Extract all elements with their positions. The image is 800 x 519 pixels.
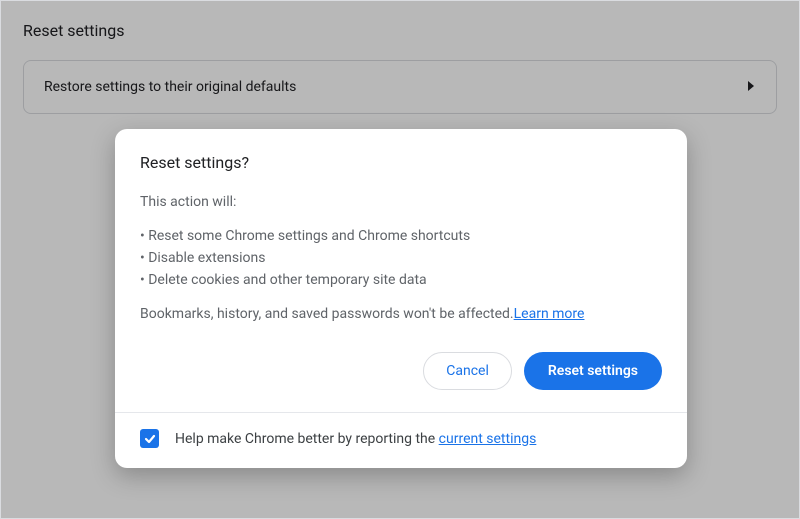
- note-text: Bookmarks, history, and saved passwords …: [140, 306, 514, 322]
- check-icon: [143, 432, 157, 446]
- reset-settings-button[interactable]: Reset settings: [524, 352, 662, 390]
- dialog-intro: This action will:: [140, 194, 662, 210]
- dialog-note: Bookmarks, history, and saved passwords …: [140, 306, 662, 322]
- bullet-item: • Delete cookies and other temporary sit…: [140, 272, 662, 288]
- footer-label: Help make Chrome better by reporting the…: [175, 431, 536, 447]
- bullet-text: Disable extensions: [148, 250, 265, 266]
- footer-text: Help make Chrome better by reporting the: [175, 431, 439, 447]
- bullet-item: • Disable extensions: [140, 250, 662, 266]
- bullet-text: Reset some Chrome settings and Chrome sh…: [148, 228, 470, 244]
- reset-settings-dialog: Reset settings? This action will: • Rese…: [115, 129, 687, 468]
- cancel-button[interactable]: Cancel: [423, 352, 512, 390]
- bullet-text: Delete cookies and other temporary site …: [148, 272, 426, 288]
- bullet-item: • Reset some Chrome settings and Chrome …: [140, 228, 662, 244]
- learn-more-link[interactable]: Learn more: [514, 306, 585, 322]
- dialog-bullets: • Reset some Chrome settings and Chrome …: [140, 228, 662, 288]
- dialog-title: Reset settings?: [140, 153, 662, 172]
- report-settings-checkbox[interactable]: [140, 429, 159, 448]
- current-settings-link[interactable]: current settings: [439, 431, 537, 447]
